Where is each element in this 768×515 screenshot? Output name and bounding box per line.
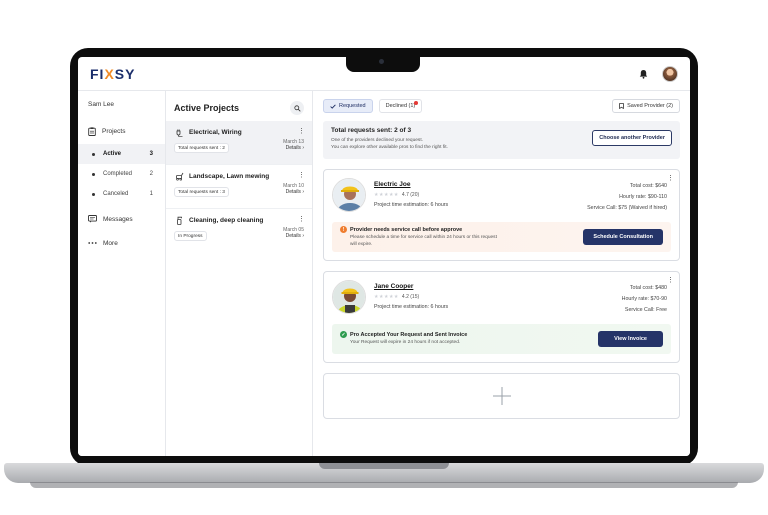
provider-photo [332,280,366,314]
saved-provider-button[interactable]: Saved Provider (2) [612,99,680,113]
schedule-consultation-button[interactable]: Schedule Consultation [583,229,663,245]
rating: ★★★★★ 4.2 (15) [374,294,420,300]
details-link[interactable]: Details › [286,233,304,239]
star-rating-icon: ★★★★★ [374,294,399,300]
chevron-right-icon: › [302,145,304,151]
sidebar-item-label: More [103,239,118,247]
bookmark-icon [619,103,624,109]
status-badge: Total requests sent : 2 [174,143,229,153]
camera-notch [346,52,420,72]
requests-panel: Requested Declined (1) Saved Provider (2… [313,91,690,456]
check-icon [330,103,336,109]
sidebar-item-label: Completed [103,171,133,177]
sidebar-item-canceled[interactable]: Canceled 1 [78,184,165,204]
add-provider-slot[interactable] [323,373,680,419]
projects-panel: Active Projects Electrical, Wiring ⋮ Mar… [166,91,313,456]
more-dots-icon [88,242,97,244]
notification-dot [414,101,419,105]
message-icon [88,215,97,223]
kebab-menu-icon[interactable]: ⋮ [667,175,674,182]
kebab-menu-icon[interactable]: ⋮ [298,128,305,135]
details-link[interactable]: Details › [286,189,304,195]
kebab-menu-icon[interactable]: ⋮ [298,172,305,179]
user-name: Sam Lee [88,101,115,108]
app-logo[interactable]: FIXSY [90,66,135,82]
choose-another-provider-button[interactable]: Choose another Provider [592,130,672,146]
project-item-cleaning[interactable]: Cleaning, deep cleaning ⋮ March 05 In Pr… [166,209,312,253]
project-item-electrical[interactable]: Electrical, Wiring ⋮ March 13 Total requ… [166,121,312,165]
plug-icon [174,127,184,137]
count-badge: 3 [149,151,153,157]
plus-icon [492,387,511,405]
kebab-menu-icon[interactable]: ⋮ [298,216,305,223]
rating: ★★★★★ 4.7 (20) [374,192,420,198]
provider-card: ⋮ Electric Joe ★★★★★ 4.7 (20) Project tim… [323,169,680,261]
sidebar-item-active[interactable]: Active 3 [78,144,165,164]
time-estimation: Project time estimation: 6 hours [374,304,449,310]
project-name: Cleaning, deep cleaning [189,216,264,224]
project-name: Electrical, Wiring [189,128,242,136]
provider-photo [332,178,366,212]
spray-bottle-icon [174,215,184,225]
project-date: March 13 [283,139,304,145]
sidebar-item-messages[interactable]: Messages [78,210,165,228]
sidebar: Sam Lee Projects Active 3 Completed 2 Ca… [78,91,166,456]
projects-title: Active Projects [174,103,240,113]
avatar[interactable] [662,65,678,82]
sidebar-item-completed[interactable]: Completed 2 [78,164,165,184]
project-date: March 10 [283,183,304,189]
provider-name[interactable]: Jane Cooper [374,283,622,290]
tab-requested[interactable]: Requested [323,99,373,113]
laptop-frame: FIXSY Sam Lee Projects Active 3 Complete… [0,0,768,515]
bell-icon[interactable] [636,67,650,81]
laptop-shadow [30,482,738,488]
kebab-menu-icon[interactable]: ⋮ [667,277,674,284]
cost-summary: Total cost: $480 Hourly rate: $70-90 Ser… [621,285,667,313]
app-screen: FIXSY Sam Lee Projects Active 3 Complete… [78,57,690,456]
chevron-right-icon: › [302,233,304,239]
service-call-alert: ! Provider needs service call before appr… [332,222,671,252]
search-icon[interactable] [290,101,304,115]
count-badge: 2 [149,171,153,177]
sidebar-item-label: Messages [103,215,133,223]
time-estimation: Project time estimation: 6 hours [374,202,449,208]
project-name: Landscape, Lawn mewing [189,172,270,180]
warning-icon: ! [340,226,347,233]
sidebar-item-more[interactable]: More [78,234,165,252]
check-circle-icon: ✓ [340,331,347,339]
invoice-alert: ✓ Pro Accepted Your Request and Sent Invo… [332,324,671,354]
cost-summary: Total cost: $640 Hourly rate: $90-110 Se… [587,183,667,211]
sidebar-item-label: Projects [102,127,126,135]
laptop-base-lip [319,463,449,469]
star-rating-icon: ★★★★★ [374,192,399,198]
lawn-mower-icon [174,171,184,181]
project-date: March 05 [283,227,304,233]
requests-banner: Total requests sent: 2 of 3 One of the p… [323,121,680,159]
clipboard-icon [88,126,96,136]
tab-declined[interactable]: Declined (1) [378,99,423,113]
sidebar-item-label: Active [103,151,122,157]
camera-icon [379,59,384,64]
project-item-landscape[interactable]: Landscape, Lawn mewing ⋮ March 10 Total … [166,165,312,209]
count-badge: 1 [149,191,153,197]
status-badge: Total requests sent : 3 [174,187,229,197]
provider-card: ⋮ Jane Cooper ★★★★★ 4.2 (15) Project time… [323,271,680,363]
view-invoice-button[interactable]: View Invoice [598,331,663,347]
sidebar-item-projects[interactable]: Projects [78,122,165,140]
provider-name[interactable]: Electric Joe [374,181,587,188]
status-badge: In Progress [174,231,207,241]
chevron-right-icon: › [302,189,304,195]
sidebar-item-label: Canceled [103,191,129,197]
details-link[interactable]: Details › [286,145,304,151]
